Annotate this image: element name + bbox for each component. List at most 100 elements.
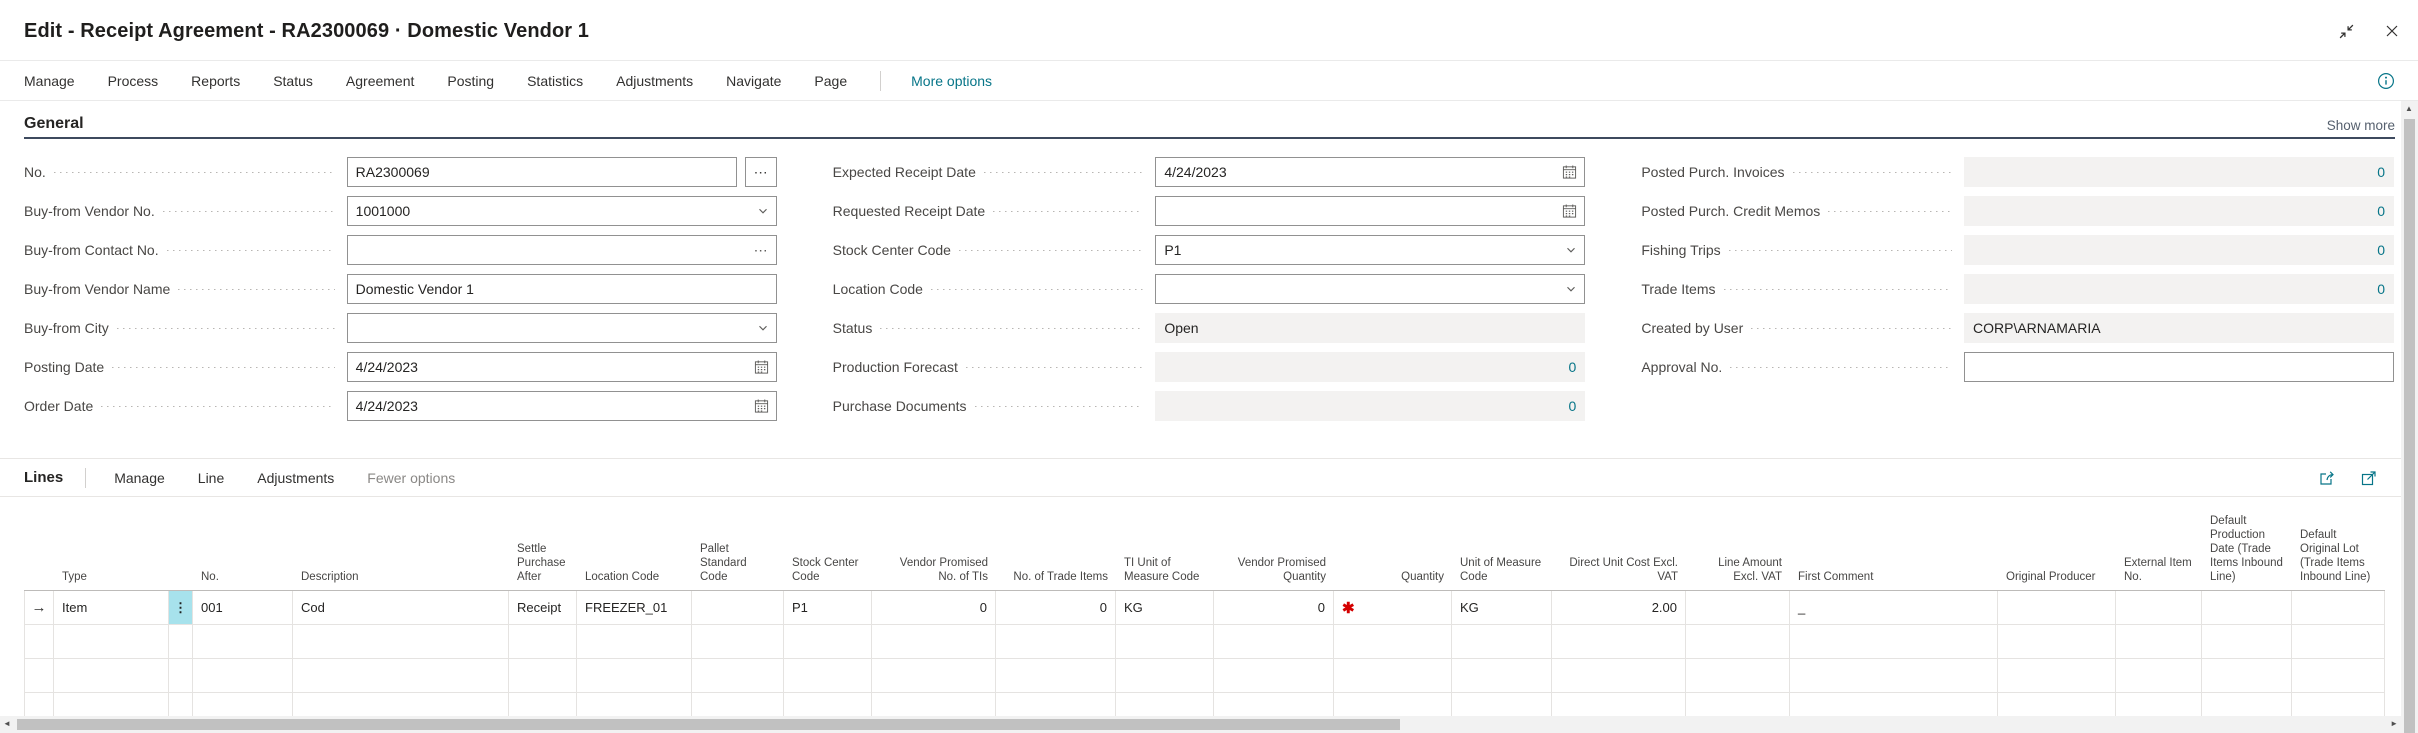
empty-cell-line-amount-excl-vat[interactable]: [1686, 659, 1790, 692]
cell-no[interactable]: 001: [193, 591, 293, 624]
menu-process[interactable]: Process: [108, 73, 159, 89]
show-more-link[interactable]: Show more: [2327, 118, 2395, 133]
column-header-first-comment[interactable]: First Comment: [1790, 497, 1998, 590]
cell-stock-center-code[interactable]: P1: [784, 591, 872, 624]
cell-default-original-lot[interactable]: [2292, 591, 2385, 624]
empty-cell-unit-of-measure-code[interactable]: [1452, 693, 1552, 716]
column-header-no-of-trade-items[interactable]: No. of Trade Items: [996, 497, 1116, 590]
fewer-options-button[interactable]: Fewer options: [367, 470, 455, 486]
calendar-icon[interactable]: [754, 399, 769, 414]
empty-cell-default-production-date[interactable]: [2202, 625, 2292, 658]
field-value[interactable]: 0: [2377, 203, 2385, 219]
empty-cell-location-code[interactable]: [577, 693, 692, 716]
cell-vendor-promised-quantity[interactable]: 0: [1214, 591, 1334, 624]
empty-cell-description[interactable]: [293, 659, 509, 692]
calendar-icon[interactable]: [1562, 204, 1577, 219]
column-header-default-original-lot[interactable]: Default Original Lot (Trade Items Inboun…: [2292, 497, 2385, 590]
empty-cell-settle-purchase-after[interactable]: [509, 659, 577, 692]
input-stock-center-code[interactable]: P1: [1155, 235, 1585, 265]
cell-vendor-promised-no-of-tis[interactable]: 0: [872, 591, 996, 624]
empty-cell-vendor-promised-no-of-tis[interactable]: [872, 659, 996, 692]
column-header-original-producer[interactable]: Original Producer: [1998, 497, 2116, 590]
empty-cell-vendor-promised-no-of-tis[interactable]: [872, 693, 996, 716]
input-buy-from-contact-no[interactable]: ⋯: [347, 235, 777, 265]
cell-ti-unit-of-measure-code[interactable]: KG: [1116, 591, 1214, 624]
column-header-description[interactable]: Description: [293, 497, 509, 590]
empty-cell-external-item-no[interactable]: [2116, 693, 2202, 716]
column-header-line-amount-excl-vat[interactable]: Line Amount Excl. VAT: [1686, 497, 1790, 590]
field-value[interactable]: 0: [2377, 242, 2385, 258]
cell-default-production-date[interactable]: [2202, 591, 2292, 624]
empty-cell-direct-unit-cost-excl-vat[interactable]: [1552, 625, 1686, 658]
empty-cell-quantity[interactable]: [1334, 693, 1452, 716]
cell-type[interactable]: Item: [54, 591, 169, 624]
menu-statistics[interactable]: Statistics: [527, 73, 583, 89]
empty-cell-default-original-lot[interactable]: [2292, 659, 2385, 692]
calendar-icon[interactable]: [754, 360, 769, 375]
empty-cell-location-code[interactable]: [577, 659, 692, 692]
input-posting-date[interactable]: 4/24/2023: [347, 352, 777, 382]
empty-cell-unit-of-measure-code[interactable]: [1452, 625, 1552, 658]
empty-cell-description[interactable]: [293, 625, 509, 658]
calendar-icon[interactable]: [1562, 165, 1577, 180]
column-header-stock-center-code[interactable]: Stock Center Code: [784, 497, 872, 590]
lines-menu-adjustments[interactable]: Adjustments: [257, 470, 334, 486]
empty-cell-no-of-trade-items[interactable]: [996, 625, 1116, 658]
empty-cell-no-of-trade-items[interactable]: [996, 693, 1116, 716]
chevron-down-icon[interactable]: [1565, 244, 1577, 256]
empty-cell-quantity[interactable]: [1334, 625, 1452, 658]
empty-cell-description[interactable]: [293, 693, 509, 716]
input-approval-no[interactable]: [1964, 352, 2394, 382]
column-header-settle-purchase-after[interactable]: Settle Purchase After: [509, 497, 577, 590]
field-value[interactable]: 0: [2377, 164, 2385, 180]
menu-page[interactable]: Page: [814, 73, 847, 89]
menu-agreement[interactable]: Agreement: [346, 73, 414, 89]
empty-cell-pallet-standard-code[interactable]: [692, 693, 784, 716]
empty-cell-settle-purchase-after[interactable]: [509, 693, 577, 716]
cell-line-amount-excl-vat[interactable]: [1686, 591, 1790, 624]
empty-cell-pallet-standard-code[interactable]: [692, 625, 784, 658]
column-header-vendor-promised-no-of-tis[interactable]: Vendor Promised No. of TIs: [872, 497, 996, 590]
empty-cell-pallet-standard-code[interactable]: [692, 659, 784, 692]
input-buy-from-vendor-name[interactable]: Domestic Vendor 1: [347, 274, 777, 304]
empty-cell-ti-unit-of-measure-code[interactable]: [1116, 659, 1214, 692]
empty-cell-no[interactable]: [193, 659, 293, 692]
cell-external-item-no[interactable]: [2116, 591, 2202, 624]
empty-cell-default-original-lot[interactable]: [2292, 693, 2385, 716]
empty-cell-vendor-promised-quantity[interactable]: [1214, 625, 1334, 658]
empty-cell-type[interactable]: [54, 625, 169, 658]
chevron-down-icon[interactable]: [757, 205, 769, 217]
empty-cell-more-options[interactable]: [169, 625, 193, 658]
ellipsis-lookup-icon[interactable]: ⋯: [754, 243, 769, 257]
input-no[interactable]: RA2300069: [347, 157, 737, 187]
vertical-scroll-thumb[interactable]: [2404, 119, 2415, 733]
close-icon[interactable]: [2382, 21, 2402, 41]
menu-navigate[interactable]: Navigate: [726, 73, 781, 89]
input-buy-from-city[interactable]: [347, 313, 777, 343]
empty-cell-location-code[interactable]: [577, 625, 692, 658]
open-in-new-window-icon[interactable]: [2360, 469, 2378, 487]
cell-direct-unit-cost-excl-vat[interactable]: 2.00: [1552, 591, 1686, 624]
field-value[interactable]: 0: [1569, 398, 1577, 414]
cell-unit-of-measure-code[interactable]: KG: [1452, 591, 1552, 624]
empty-cell-stock-center-code[interactable]: [784, 693, 872, 716]
cell-first-comment[interactable]: _: [1790, 591, 1998, 624]
cell-settle-purchase-after[interactable]: Receipt: [509, 591, 577, 624]
empty-cell-vendor-promised-quantity[interactable]: [1214, 659, 1334, 692]
column-header-location-code[interactable]: Location Code: [577, 497, 692, 590]
lines-menu-line[interactable]: Line: [198, 470, 224, 486]
menu-reports[interactable]: Reports: [191, 73, 240, 89]
menu-posting[interactable]: Posting: [447, 73, 494, 89]
input-buy-from-vendor-no[interactable]: 1001000: [347, 196, 777, 226]
empty-cell-more-options[interactable]: [169, 693, 193, 716]
empty-cell-unit-of-measure-code[interactable]: [1452, 659, 1552, 692]
cell-location-code[interactable]: FREEZER_01: [577, 591, 692, 624]
empty-cell-more-options[interactable]: [169, 659, 193, 692]
column-header-quantity[interactable]: Quantity: [1334, 497, 1452, 590]
empty-cell-line-amount-excl-vat[interactable]: [1686, 693, 1790, 716]
share-icon[interactable]: [2318, 469, 2336, 487]
input-order-date[interactable]: 4/24/2023: [347, 391, 777, 421]
restore-down-icon[interactable]: [2336, 21, 2356, 41]
empty-cell-original-producer[interactable]: [1998, 693, 2116, 716]
vertical-scrollbar[interactable]: ▲: [2401, 101, 2418, 733]
